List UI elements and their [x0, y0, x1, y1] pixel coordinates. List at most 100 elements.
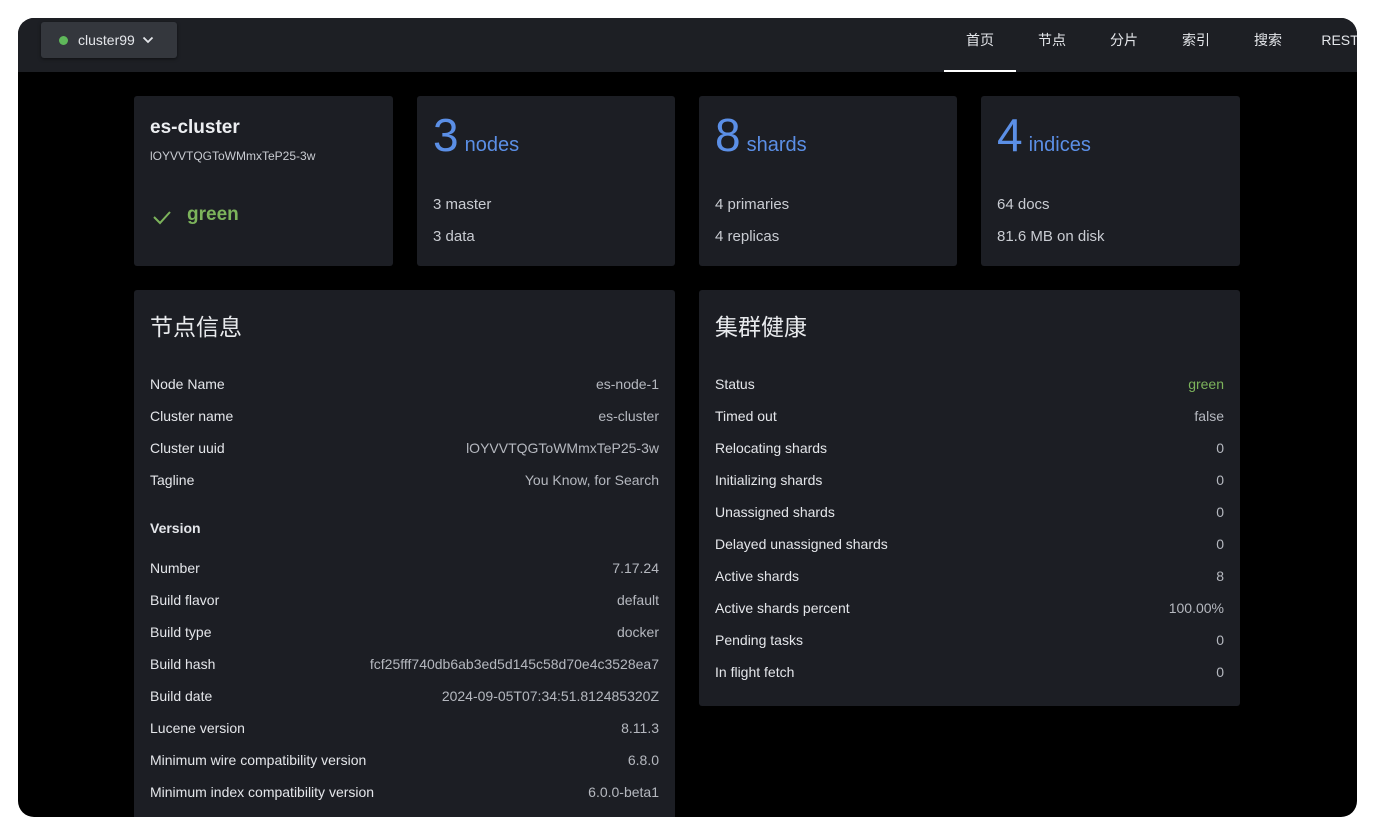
chevron-down-icon [142, 36, 153, 44]
health-row: Delayed unassigned shards 0 [715, 536, 1224, 556]
version-value: 8.11.3 [621, 720, 659, 736]
health-key: In flight fetch [715, 664, 795, 680]
health-row: Initializing shards 0 [715, 472, 1224, 492]
info-key: Node Name [150, 376, 225, 392]
info-value: es-cluster [598, 408, 659, 424]
health-key: Initializing shards [715, 472, 823, 488]
indices-stat-card: 4 indices 64 docs 81.6 MB on disk [981, 96, 1240, 266]
green-dot-icon [59, 35, 68, 45]
node-info-panel: 节点信息 Node Name es-node-1 Cluster name es-c… [134, 290, 675, 817]
health-key: Status [715, 376, 755, 392]
health-row: Unassigned shards 0 [715, 504, 1224, 524]
cluster-name: es-cluster [150, 117, 240, 138]
tab-search[interactable]: 搜索 [1232, 18, 1304, 72]
node-info-title: 节点信息 [150, 314, 242, 340]
tab-shards[interactable]: 分片 [1088, 18, 1160, 72]
version-heading: Version [150, 520, 201, 536]
version-row: Lucene version 8.11.3 [150, 720, 659, 740]
version-value: 2024-09-05T07:34:51.812485320Z [441, 688, 659, 704]
health-row: Relocating shards 0 [715, 440, 1224, 460]
version-key: Number [150, 560, 200, 576]
health-row: Status green [715, 376, 1224, 396]
cluster-health-panel: 集群健康 Status green Timed out false Relocati… [699, 290, 1240, 706]
version-value: docker [616, 624, 659, 640]
health-value: 0 [1216, 504, 1224, 520]
version-key: Minimum index compatibility version [150, 784, 375, 800]
version-value: fcf25fff740db6ab3ed5d145c58d70e4c3528ea7 [369, 656, 659, 672]
top-navbar: cluster99 首页 节点 分片 索引 搜索 REST [18, 18, 1357, 72]
version-value: default [616, 592, 659, 608]
shards-stat-card: 8 shards 4 primaries 4 replicas [699, 96, 957, 266]
nodes-unit: nodes [464, 134, 520, 156]
indices-count: 4 [997, 109, 1023, 161]
nodes-stat-card: 3 nodes 3 master 3 data [417, 96, 675, 266]
tab-indices[interactable]: 索引 [1160, 18, 1232, 72]
health-key: Relocating shards [715, 440, 828, 456]
tab-nodes[interactable]: 节点 [1016, 18, 1088, 72]
health-key: Timed out [715, 408, 777, 424]
shards-count: 8 [715, 109, 741, 161]
health-value: 0 [1216, 664, 1224, 680]
version-row: Build flavor default [150, 592, 659, 612]
version-row: Build hash fcf25fff740db6ab3ed5d145c58d70… [150, 656, 659, 676]
info-value: lOYVVTQGToWMmxTeP25-3w [466, 440, 659, 456]
info-row: Tagline You Know, for Search [150, 472, 659, 492]
check-icon [153, 211, 171, 225]
info-row: Node Name es-node-1 [150, 376, 659, 396]
tab-rest[interactable]: REST [1304, 18, 1357, 72]
health-key: Unassigned shards [715, 504, 835, 520]
health-key: Delayed unassigned shards [715, 536, 888, 552]
version-row: Minimum wire compatibility version 6.8.0 [150, 752, 659, 772]
health-row: Active shards percent 100.00% [715, 600, 1224, 620]
indices-unit: indices [1028, 134, 1091, 156]
health-row: In flight fetch 0 [715, 664, 1224, 684]
health-value: 0 [1216, 440, 1224, 456]
info-key: Tagline [150, 472, 195, 488]
shards-replicas: 4 replicas [715, 228, 780, 245]
nodes-data: 3 data [433, 228, 475, 245]
health-key: Active shards [715, 568, 800, 584]
health-row: Active shards 8 [715, 568, 1224, 588]
health-value: 0 [1216, 472, 1224, 488]
main-tabs: 首页 节点 分片 索引 搜索 REST [944, 18, 1357, 72]
version-key: Build hash [150, 656, 216, 672]
shards-primaries: 4 primaries [715, 196, 790, 213]
cluster-uuid: lOYVVTQGToWMmxTeP25-3w [150, 149, 316, 163]
version-key: Lucene version [150, 720, 245, 736]
version-row: Build type docker [150, 624, 659, 644]
version-row: Minimum index compatibility version 6.0.0… [150, 784, 659, 804]
version-row: Build date 2024-09-05T07:34:51.812485320Z [150, 688, 659, 708]
version-key: Minimum wire compatibility version [150, 752, 367, 768]
tab-home[interactable]: 首页 [944, 18, 1016, 72]
version-value: 6.0.0-beta1 [588, 784, 659, 800]
info-row: Cluster name es-cluster [150, 408, 659, 428]
info-key: Cluster name [150, 408, 234, 424]
health-value: 8 [1216, 568, 1224, 584]
version-key: Build type [150, 624, 212, 640]
health-value: 0 [1216, 632, 1224, 648]
info-row: Cluster uuid lOYVVTQGToWMmxTeP25-3w [150, 440, 659, 460]
version-key: Build date [150, 688, 213, 704]
info-key: Cluster uuid [150, 440, 225, 456]
version-value: 7.17.24 [612, 560, 659, 576]
health-value: false [1194, 408, 1224, 424]
cluster-selector-label: cluster99 [78, 32, 135, 48]
version-key: Build flavor [150, 592, 220, 608]
indices-disk-size: 81.6 MB on disk [997, 228, 1105, 245]
cluster-health-title: 集群健康 [715, 314, 807, 340]
shards-unit: shards [746, 134, 807, 156]
version-row: Number 7.17.24 [150, 560, 659, 580]
health-row: Pending tasks 0 [715, 632, 1224, 652]
info-value: es-node-1 [595, 376, 659, 392]
info-value: You Know, for Search [524, 472, 659, 488]
indices-docs: 64 docs [997, 196, 1050, 213]
health-row: Timed out false [715, 408, 1224, 428]
health-key: Active shards percent [715, 600, 850, 616]
cluster-status: green [187, 204, 239, 225]
health-key: Pending tasks [715, 632, 803, 648]
nodes-count: 3 [433, 109, 459, 161]
cluster-selector[interactable]: cluster99 [41, 22, 177, 58]
health-value: 100.00% [1168, 600, 1224, 616]
app-window: cluster99 首页 节点 分片 索引 搜索 REST es-cluster… [18, 18, 1357, 817]
version-value: 6.8.0 [627, 752, 659, 768]
